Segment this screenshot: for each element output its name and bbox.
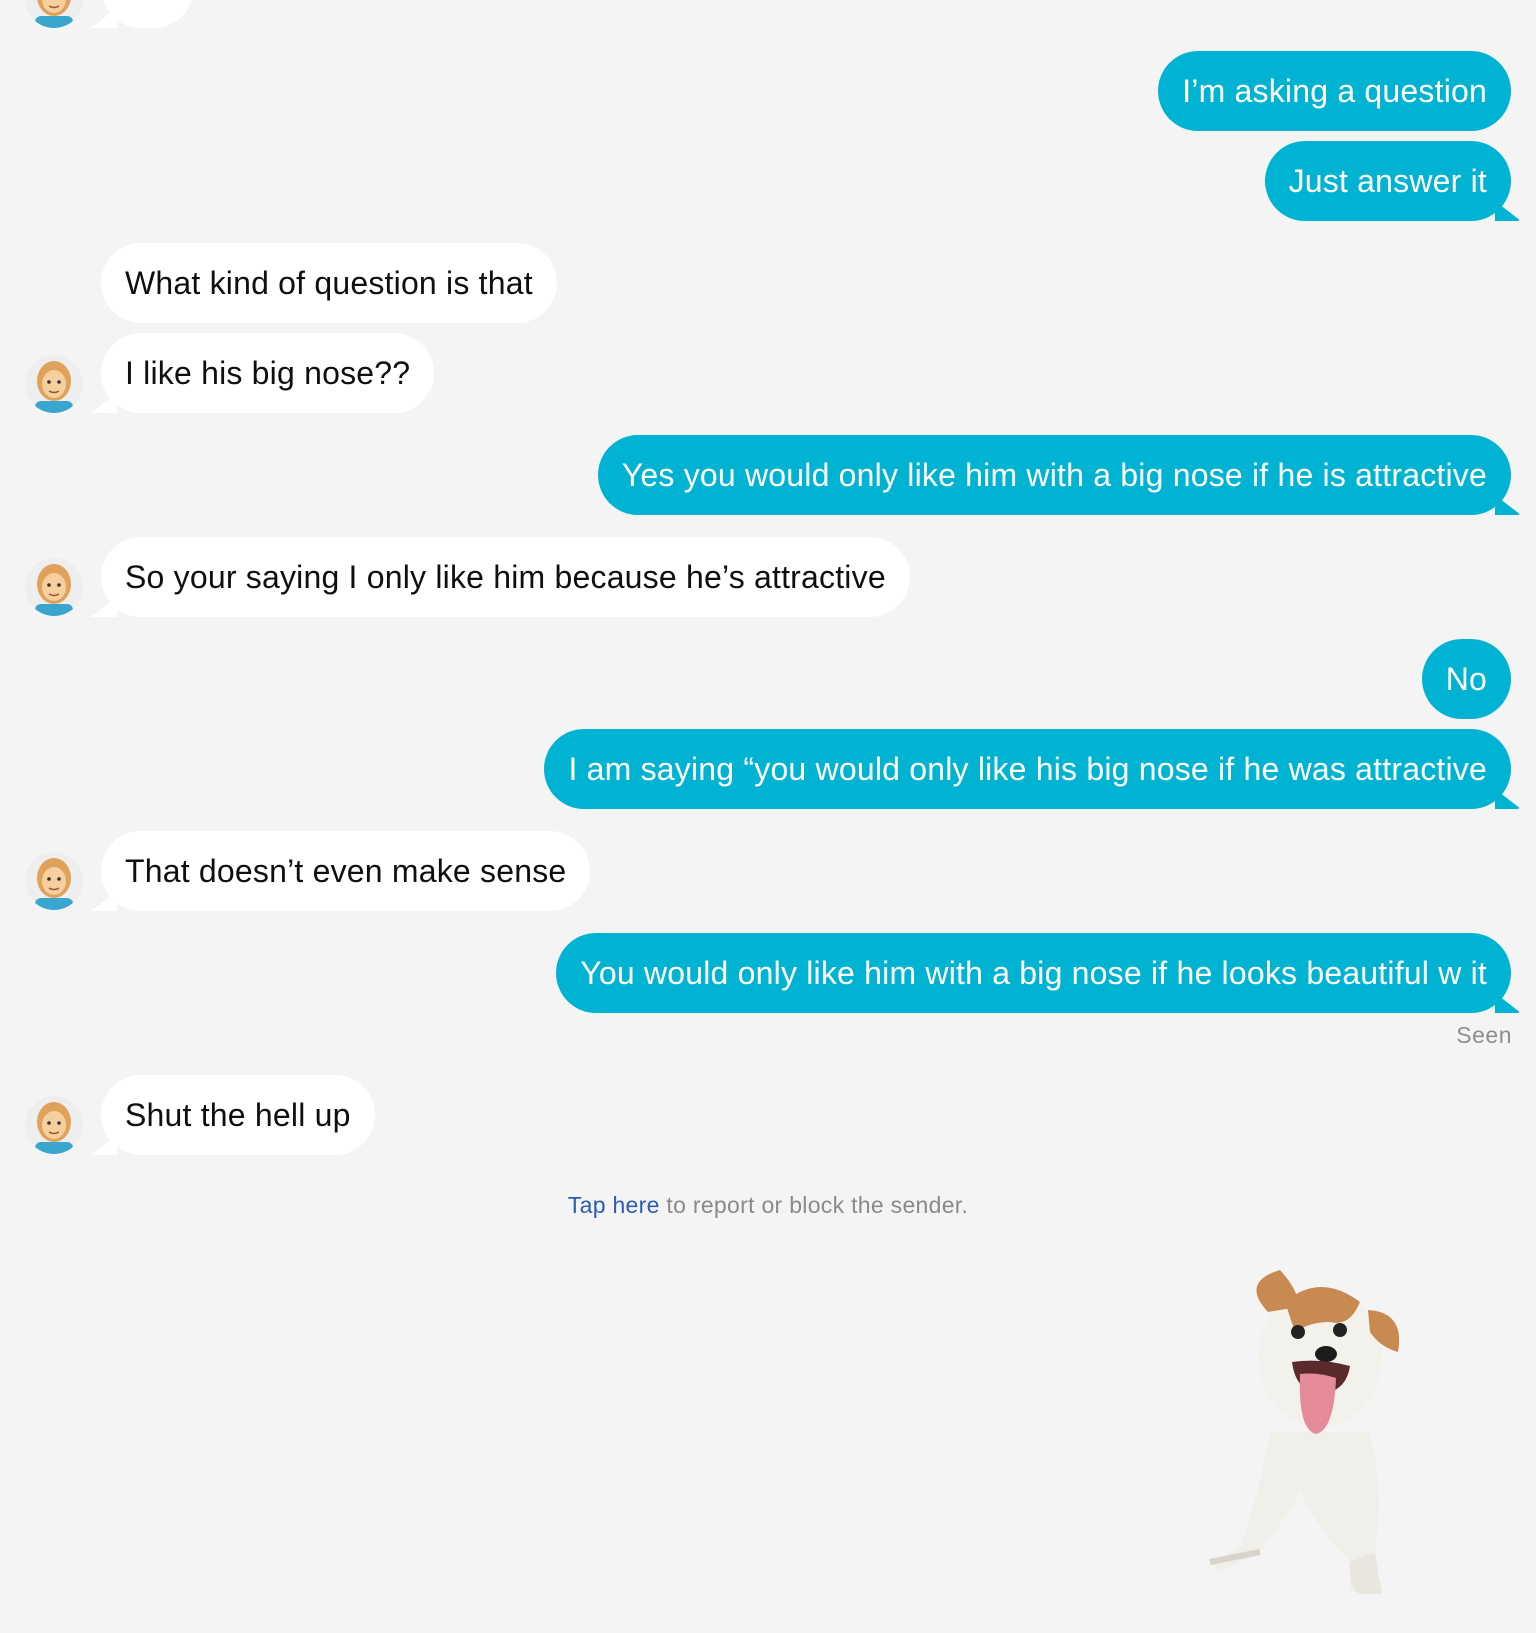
message-bubble-incoming[interactable]: So your saying I only like him because h… [101, 537, 910, 617]
message-bubble-outgoing[interactable]: Just answer it [1264, 141, 1511, 221]
message-bubble-outgoing[interactable]: I am saying “you would only like his big… [544, 729, 1511, 809]
message-bubble-incoming[interactable]: That doesn’t even make sense [101, 831, 591, 911]
report-block-notice: Tap here to report or block the sender. [0, 1192, 1536, 1219]
message-bubble-incoming[interactable]: What kind of question is that [101, 243, 557, 323]
chat-thread: Lıo I’m asking a question Just answer it… [0, 0, 1536, 1633]
message-bubble-incoming[interactable]: Lıo [101, 0, 195, 28]
contact-avatar-icon[interactable] [25, 355, 83, 413]
contact-avatar-icon[interactable] [25, 0, 83, 28]
message-bubble-outgoing[interactable]: You would only like him with a big nose … [556, 933, 1511, 1013]
contact-avatar-icon[interactable] [25, 1096, 83, 1154]
message-bubble-incoming[interactable]: I like his big nose?? [101, 333, 435, 413]
contact-avatar-icon[interactable] [25, 852, 83, 910]
report-block-link[interactable]: Tap here [568, 1192, 660, 1218]
report-block-text: to report or block the sender. [659, 1192, 969, 1218]
message-bubble-outgoing[interactable]: I’m asking a question [1158, 51, 1511, 131]
read-receipt: Seen [1456, 1022, 1512, 1048]
message-bubble-outgoing[interactable]: Yes you would only like him with a big n… [597, 435, 1511, 515]
message-bubble-incoming[interactable]: Shut the hell up [101, 1075, 375, 1155]
contact-avatar-icon[interactable] [25, 558, 83, 616]
message-bubble-outgoing[interactable]: No [1421, 639, 1511, 719]
dog-sticker-icon[interactable] [1200, 1262, 1440, 1602]
